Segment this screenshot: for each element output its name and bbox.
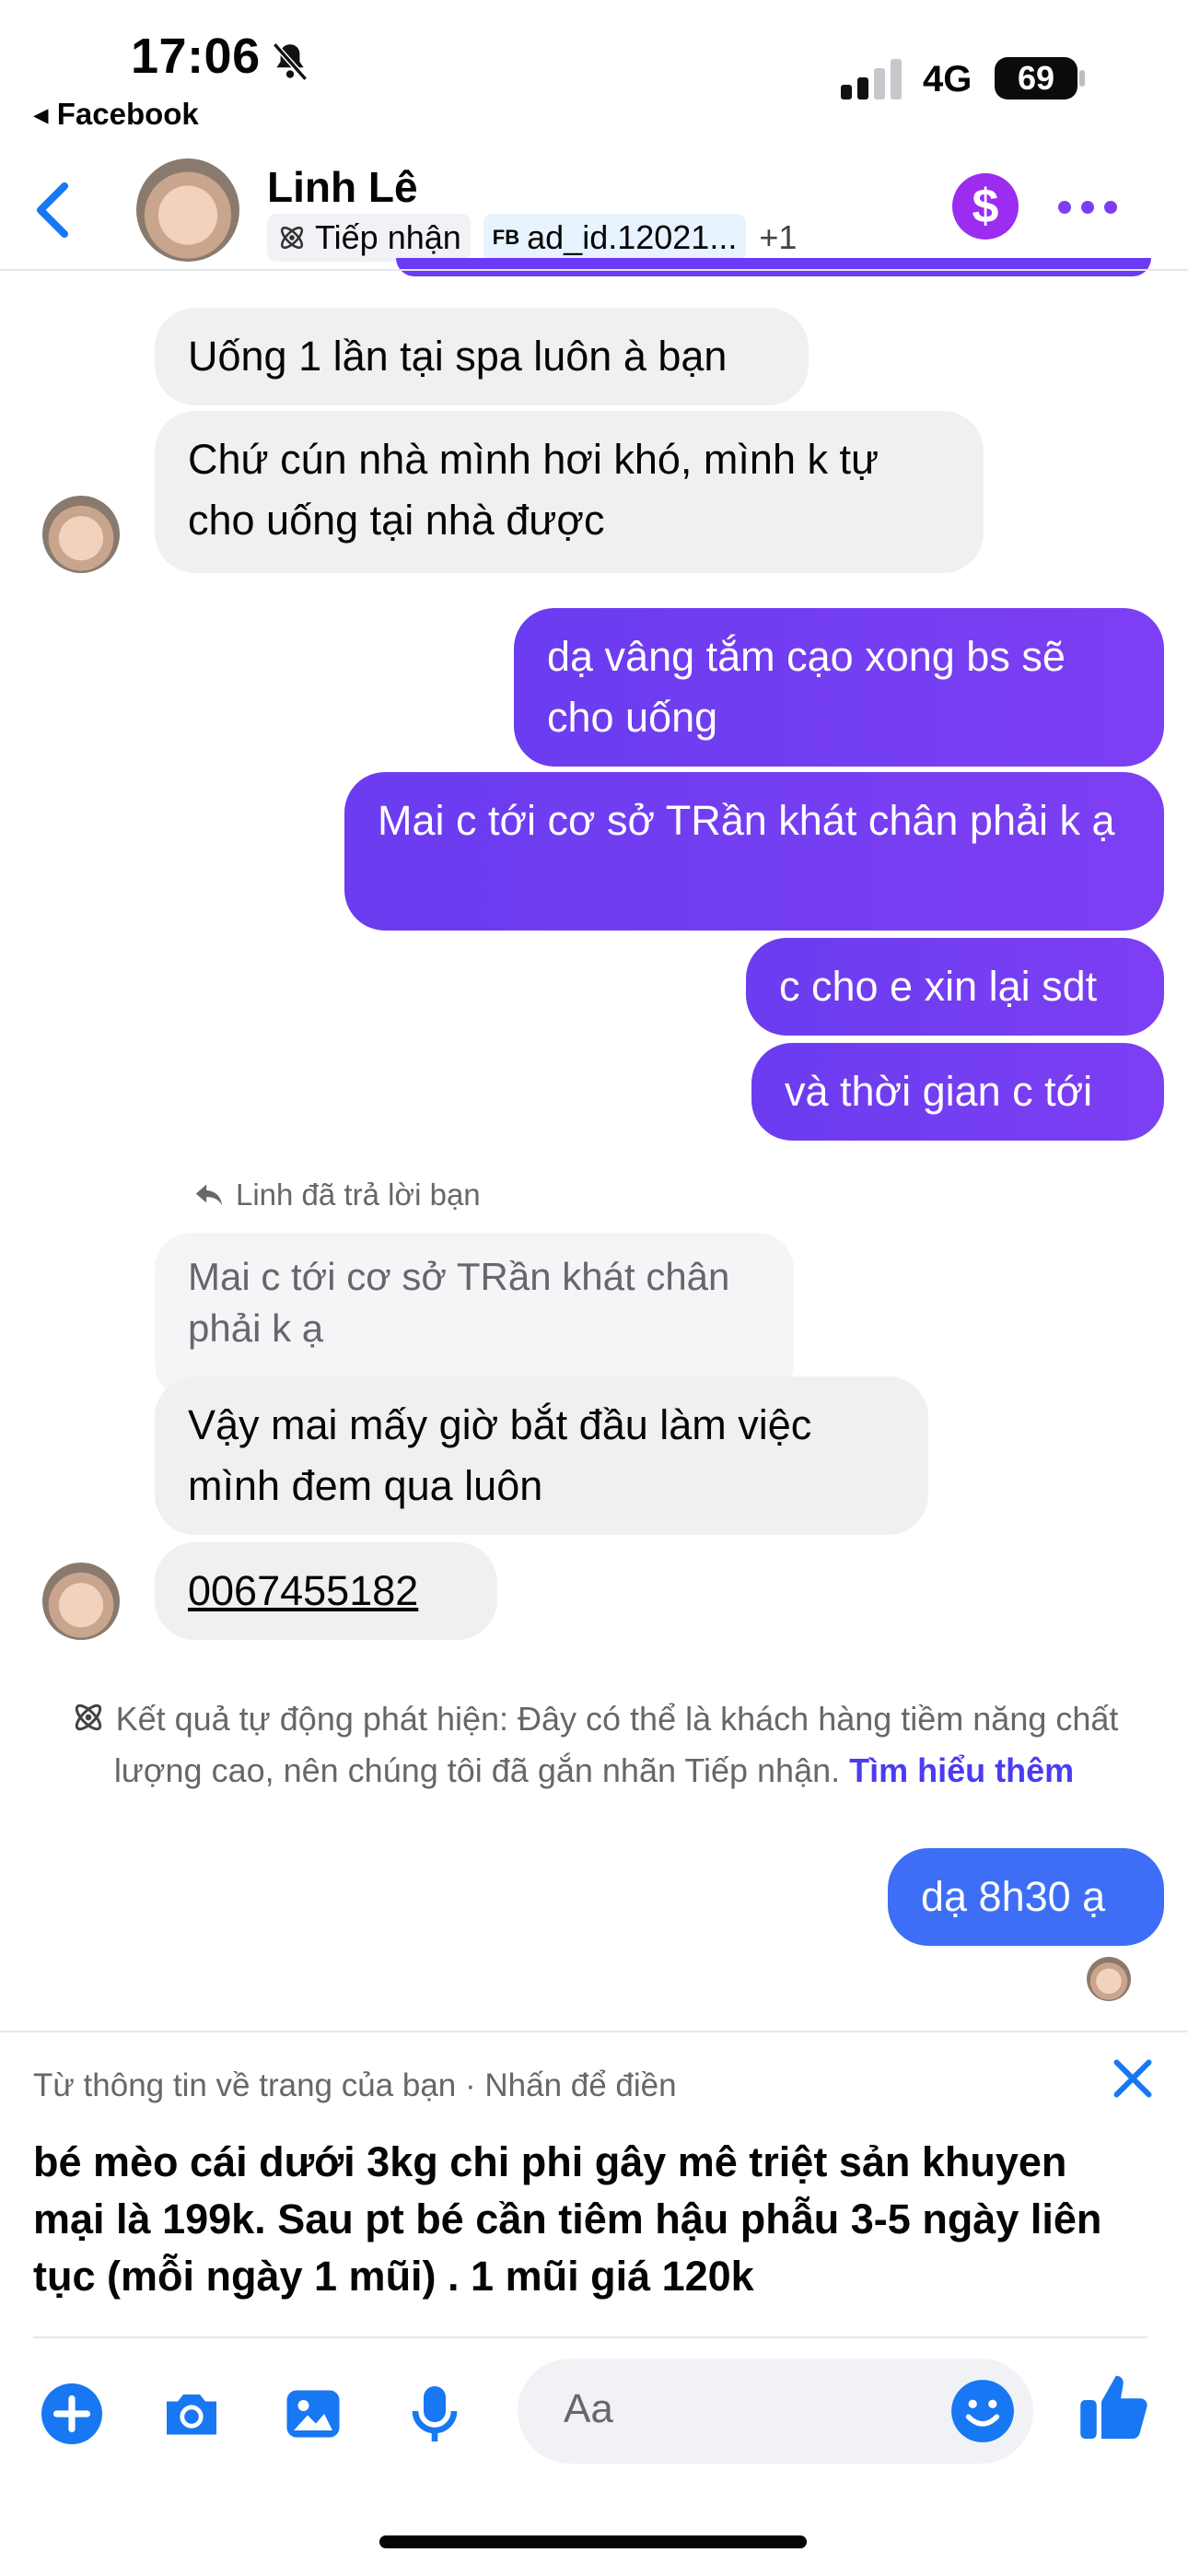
contact-avatar-small — [42, 1563, 120, 1640]
ad-tag-text: ad_id.12021... — [527, 218, 738, 256]
status-time: 17:06 — [131, 29, 261, 84]
dollar-icon[interactable]: $ — [952, 173, 1019, 240]
suggested-reply[interactable]: bé mèo cái dưới 3kg chi phi gây mê triệt… — [33, 2134, 1147, 2305]
atom-icon — [75, 1704, 101, 1731]
more-tags-count[interactable]: +1 — [759, 218, 797, 257]
seen-receipt-avatar — [1087, 1957, 1131, 2001]
thumbs-up-icon[interactable] — [1076, 2368, 1153, 2445]
back-chevron-icon[interactable] — [31, 181, 72, 240]
battery-indicator: 69 — [995, 57, 1077, 100]
reply-arrow-icon — [195, 1184, 223, 1206]
contact-avatar-small — [42, 496, 120, 573]
outgoing-message[interactable]: c cho e xin lại sdt — [746, 938, 1164, 1036]
auto-detect-notice: Kết quả tự động phát hiện: Đây có thể là… — [55, 1693, 1133, 1797]
phone-number-link[interactable]: 0067455182 — [188, 1567, 418, 1614]
reply-note: Linh đã trả lời bạn — [193, 1177, 481, 1212]
incoming-message[interactable]: Vậy mai mấy giờ bắt đầu làm việc mình đe… — [155, 1376, 928, 1535]
incoming-message[interactable]: Chứ cún nhà mình hơi khó, mình k tự cho … — [155, 411, 984, 573]
panel-divider — [33, 2336, 1147, 2338]
bell-slash-icon — [272, 42, 309, 81]
outgoing-message[interactable]: dạ vâng tắm cạo xong bs sẽ cho uống — [514, 608, 1164, 767]
reply-note-text: Linh đã trả lời bạn — [236, 1177, 481, 1212]
battery-tip — [1079, 70, 1085, 87]
camera-icon[interactable] — [158, 2381, 225, 2447]
photo-icon[interactable] — [280, 2381, 346, 2447]
network-type: 4G — [923, 59, 973, 100]
contact-avatar[interactable] — [136, 158, 239, 262]
ad-tag-prefix: FB — [492, 226, 520, 249]
emoji-icon[interactable] — [949, 2377, 1017, 2445]
more-icon[interactable] — [1055, 193, 1120, 221]
mic-icon[interactable] — [402, 2381, 468, 2447]
atom-icon — [280, 226, 304, 250]
message-input-placeholder: Aa — [564, 2386, 613, 2431]
incoming-message[interactable]: Uống 1 lần tại spa luôn à bạn — [155, 308, 809, 405]
back-to-facebook-link[interactable]: ◂ Facebook — [33, 96, 199, 132]
incoming-message-phone[interactable]: 0067455182 — [155, 1542, 497, 1640]
plus-icon[interactable] — [39, 2381, 105, 2447]
suggestion-source: Từ thông tin về trang của bạn · Nhấn để … — [33, 2067, 677, 2103]
outgoing-message[interactable]: Mai c tới cơ sở TRần khát chân phải k ạ — [344, 772, 1164, 931]
outgoing-message[interactable]: dạ 8h30 ạ — [888, 1848, 1164, 1946]
ad-id-tag[interactable]: FB ad_id.12021... — [483, 214, 747, 262]
signal-icon — [841, 59, 902, 100]
contact-name[interactable]: Linh Lê — [267, 162, 418, 212]
label-tag[interactable]: Tiếp nhận — [267, 214, 471, 262]
home-indicator — [379, 2535, 807, 2548]
outgoing-message[interactable]: và thời gian c tới — [751, 1043, 1164, 1141]
header-divider — [0, 269, 1188, 271]
close-icon[interactable] — [1105, 2051, 1160, 2106]
learn-more-link[interactable]: Tìm hiểu thêm — [849, 1751, 1074, 1789]
contact-tags: Tiếp nhận FB ad_id.12021... +1 — [267, 214, 797, 262]
quoted-message[interactable]: Mai c tới cơ sở TRần khát chân phải k ạ — [155, 1233, 794, 1400]
label-tag-text: Tiếp nhận — [315, 218, 461, 256]
previous-outgoing-bubble-edge — [396, 258, 1151, 276]
